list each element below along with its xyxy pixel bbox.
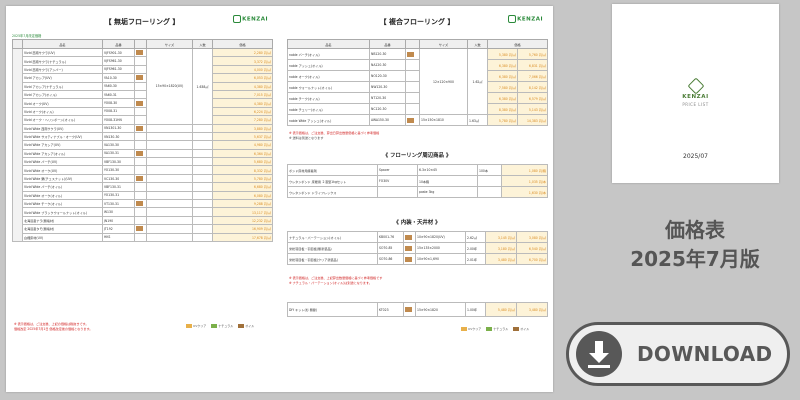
- wood-swatch-icon: [136, 125, 143, 131]
- table-row: Vivid Wide バーチ(UV) VBF130-30 5,680 円/㎡: [13, 157, 273, 167]
- table-row: 白樺床材(UV) HKS 17,678 円/㎡: [13, 232, 273, 243]
- right-page: 【 複合フローリング 】 KENZAI 品名 品番 サイズ 入数 価格 nobl…: [281, 6, 553, 392]
- price-list-spread: 【 無垢フローリング 】 KENZAI 2025年7月改定価格 品名 品番 サイ…: [6, 6, 553, 392]
- table-row: Vivid オーク(オイル) YO08-31 6,224 円/㎡: [13, 106, 273, 117]
- table-row: noble ウォールナット(オイル) NW120-30 7,580 円/㎡ 8,142…: [287, 81, 548, 93]
- table-row: Vivid アカシア(ナチュラル) YA60-30 4,380 円/㎡: [13, 81, 273, 91]
- interior-note-1: ※ 表示価格は、ご注文後、上記算出数量価格に基づく参考価格です: [289, 276, 383, 280]
- header-code: 品番: [102, 39, 135, 49]
- header-price: 価格: [212, 39, 273, 49]
- table-row: noble Wide アッシュ(オイル) AWA150-30 15×150×1810…: [287, 114, 548, 126]
- right-page-logo: KENZAI: [508, 15, 543, 23]
- table-row: Vivid 西南サクラ(アンバー) VJFS961-30 4,000 円/㎡: [13, 64, 273, 75]
- download-button[interactable]: DOWNLOAD: [566, 322, 790, 386]
- caption-edition: 2025年7月版: [630, 247, 760, 271]
- table-row: Vivid オーク(UV) YO08-30 4,380 円/㎡: [13, 98, 273, 108]
- table-row: noble アッシュ(オイル) NA120-30 6,380 円/㎡ 6,831 円/…: [287, 59, 548, 71]
- table-row: ウレタンボンド 床暖用 ２液型1kgセット FO30V 10本箱 1,035 円/本: [287, 175, 548, 187]
- right-note-2: ※ 送料は別途となります: [289, 136, 324, 140]
- left-page-subtitle: 2025年7月改定価格: [12, 34, 42, 38]
- left-page: 【 無垢フローリング 】 KENZAI 2025年7月改定価格 品名 品番 サイ…: [6, 6, 278, 392]
- section-accessories-title: 《 フローリング周辺商品 》: [382, 153, 452, 159]
- table-row: Vivid Wide アカシア(UV) VA130-30 4,980 円/㎡: [13, 140, 273, 150]
- catalog-cover: KENZAI PRICE LIST 2025/07: [612, 4, 779, 183]
- right-note-1: ※ 表示価格は、ご注文後、算出日算出数量価格に基づく参考価格: [289, 131, 380, 135]
- table-row: Vivid アカシア(オイル) YA60-31 7,015 円/㎡: [13, 89, 273, 100]
- table-row: noble チーク(オイル) NT120-30 6,380 円/㎡ 6,579 円/㎡: [287, 92, 548, 104]
- section-interior-title: 《 内装・天井材 》: [393, 220, 441, 226]
- header-qty: 入数: [192, 39, 213, 49]
- wood-swatch-icon: [405, 234, 412, 240]
- table-row: Vivid 西南サクラ(UV) VJFS901-30 15×90×1820(UV) 1…: [12, 47, 273, 242]
- table-row: Vivid 西南サクラ(ナチュラル) VJFS961-30 3,372 円/㎡: [13, 56, 273, 66]
- left-note-2: 価格改定 2025年7月1日 価格改定後の価格となります。: [14, 327, 93, 331]
- table-row: 米松羽目板・羽目板(クリア塗装品) SO70-86 10×90×1,690 2.01坪…: [287, 253, 548, 265]
- left-note-1: ※ 表示価格は、ご注文後、上記の価格は税抜きです。: [14, 322, 89, 326]
- cover-date: 2025/07: [683, 153, 708, 160]
- header-price: 価格: [487, 39, 548, 49]
- table-row: ナチュラル・パーテーション(オイル) KB001-76 10×90×1820(UV)…: [287, 231, 548, 243]
- wood-swatch-icon: [407, 117, 414, 123]
- wood-swatch-icon: [136, 75, 143, 81]
- logo-icon: [508, 15, 517, 23]
- wood-swatch-icon: [136, 150, 143, 156]
- table-row: Vivid Wide アカシア(オイル) VA130-31 6,364 円/㎡: [13, 148, 273, 159]
- wood-swatch-icon: [136, 100, 143, 106]
- accessories-table: ボンド床材用接着剤 Spacer 6.3×10×45 100本 1,080 円/箱 ウレタ…: [287, 164, 548, 198]
- interior-table: ナチュラル・パーテーション(オイル) KB001-76 10×90×1820(UV)…: [287, 231, 548, 265]
- wood-swatch-icon: [405, 245, 412, 251]
- header-size: サイズ: [419, 39, 468, 49]
- logo-icon: [687, 77, 704, 95]
- interior-note-2: ※ ナチュラル・パーテーション(オイル)は別途となります。: [289, 281, 372, 285]
- table-row: 北海道産タモ(無垢材) JT192 16,909 円/㎡: [13, 224, 273, 234]
- header-size: サイズ: [146, 39, 193, 49]
- header-qty: 入数: [467, 39, 488, 49]
- wood-swatch-icon: [136, 50, 143, 56]
- wood-swatch-icon: [405, 256, 412, 262]
- left-page-logo: KENZAI: [233, 15, 268, 23]
- table-row: Vivid Wide ブラックウォールナット(オイル) W130 13,117 円/…: [13, 207, 273, 217]
- table-row: ウレタンボンド ドライフレックス paste 3kg 1,630 円/本: [287, 186, 548, 198]
- download-label: DOWNLOAD: [637, 342, 773, 366]
- table-row: Vivid Wide チーク(オイル) VT130-31 9,288 円/㎡: [13, 199, 273, 209]
- diy-table: DIY キット(杉 無節) KT023 15×90×1820 1.00坪 5,4…: [287, 302, 548, 317]
- wood-swatch-icon: [407, 51, 414, 57]
- table-row: Vivid Wide サスティナブル・オーク(UV) VN130-30 5,637 …: [13, 131, 273, 142]
- wood-swatch-icon: [136, 201, 143, 207]
- left-spec-table: 品名 品番 サイズ 入数 価格 Vivid 西南サクラ(UV) VJFS901-3…: [12, 39, 273, 243]
- cover-label: PRICE LIST: [682, 102, 709, 107]
- caption-title: 価格表: [665, 218, 725, 242]
- table-row: noble チェリー(オイル) NC120-30 8,380 円/㎡ 5,143 円/…: [287, 103, 548, 115]
- cover-logo: KENZAI: [612, 77, 779, 100]
- caption: 価格表 2025年7月版: [600, 216, 790, 274]
- table-row: Vivid Wide バーチ(オイル) VBF130-31 6,680 円/㎡: [13, 182, 273, 192]
- table-row: 米松羽目板・羽目板(無塗装品) SO70-85 15×135×2000 2.00坪 3,…: [287, 242, 548, 254]
- right-spec-table: 品名 品番 サイズ 入数 価格 noble バーチ(オイル) NB120-30 12…: [287, 39, 548, 126]
- table-row: Vivid Wide オーク(UV) YO130-30 8,332 円/㎡: [13, 165, 273, 175]
- table-row: Vivid Wide 西南サクラ(UV) VN1301-30 3,880 円/㎡: [13, 123, 273, 133]
- table-row: noble オーク(オイル) NO120-30 6,380 円/㎡ 7,066 円/㎡: [287, 70, 548, 82]
- wood-swatch-icon: [136, 226, 143, 232]
- table-row: noble バーチ(オイル) NB120-30 12×120×900 1.62㎡ 5,3…: [287, 48, 548, 115]
- table-row: Vivid オーク・ヘリンボーン(オイル) YO08-31HN 7,280 円/㎡: [13, 115, 273, 125]
- right-legend: UVクリア ナチュラル オイル: [457, 327, 529, 331]
- download-icon: [576, 331, 622, 377]
- table-row: Vivid アカシア(UV) YA10-30 6,053 円/㎡: [13, 73, 273, 83]
- logo-icon: [233, 15, 242, 23]
- left-legend: UVクリア ナチュラル オイル: [182, 324, 254, 328]
- table-row: ボンド床材用接着剤 Spacer 6.3×10×45 100本 1,080 円/箱: [287, 164, 548, 176]
- table-row: DIY キット(杉 無節) KT023 15×90×1820 1.00坪 5,4…: [287, 302, 548, 317]
- table-row: 北海道産ナラ(無垢材) JN190 12,232 円/㎡: [13, 215, 273, 226]
- header-name: 品名: [22, 39, 103, 49]
- table-row: Vivid Wide オーク(オイル) YO130-31 6,080 円/㎡: [13, 190, 273, 201]
- header-code: 品番: [369, 39, 406, 49]
- wood-swatch-icon: [405, 307, 412, 312]
- wood-swatch-icon: [136, 176, 143, 182]
- header-name: 品名: [287, 39, 370, 49]
- table-row: Vivid Wide 栗(チェスナット)(UV) VC130-30 5,780 円/…: [13, 173, 273, 184]
